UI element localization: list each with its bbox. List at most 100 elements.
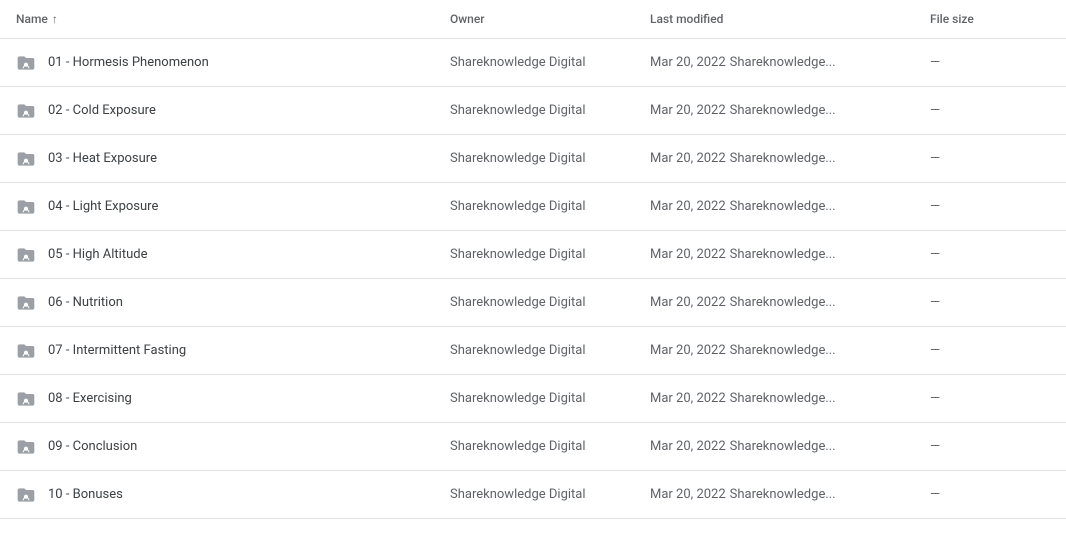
name-cell: 07 - Intermittent Fasting bbox=[16, 341, 450, 361]
folder-name: 10 - Bonuses bbox=[48, 487, 123, 502]
modified-date: Mar 20, 2022 bbox=[650, 439, 726, 454]
table-row[interactable]: 03 - Heat Exposure Shareknowledge Digita… bbox=[0, 135, 1066, 183]
filesize-cell: — bbox=[930, 247, 1050, 262]
modified-by: Shareknowledge... bbox=[730, 151, 836, 166]
name-cell: 01 - Hormesis Phenomenon bbox=[16, 53, 450, 73]
folder-name: 01 - Hormesis Phenomenon bbox=[48, 55, 209, 70]
modified-cell: Mar 20, 2022 Shareknowledge... bbox=[650, 55, 930, 70]
shared-folder-icon bbox=[16, 101, 36, 121]
modified-date: Mar 20, 2022 bbox=[650, 103, 726, 118]
name-cell: 04 - Light Exposure bbox=[16, 197, 450, 217]
modified-cell: Mar 20, 2022 Shareknowledge... bbox=[650, 343, 930, 358]
name-cell: 03 - Heat Exposure bbox=[16, 149, 450, 169]
modified-column-header[interactable]: Last modified bbox=[650, 8, 930, 30]
shared-folder-icon bbox=[16, 389, 36, 409]
owner-cell: Shareknowledge Digital bbox=[450, 103, 650, 118]
modified-by: Shareknowledge... bbox=[730, 391, 836, 406]
owner-cell: Shareknowledge Digital bbox=[450, 391, 650, 406]
modified-cell: Mar 20, 2022 Shareknowledge... bbox=[650, 295, 930, 310]
table-row[interactable]: 05 - High Altitude Shareknowledge Digita… bbox=[0, 231, 1066, 279]
filesize-cell: — bbox=[930, 487, 1050, 502]
modified-cell: Mar 20, 2022 Shareknowledge... bbox=[650, 151, 930, 166]
shared-folder-icon bbox=[16, 485, 36, 505]
owner-column-header[interactable]: Owner bbox=[450, 8, 650, 30]
owner-cell: Shareknowledge Digital bbox=[450, 199, 650, 214]
name-cell: 05 - High Altitude bbox=[16, 245, 450, 265]
owner-cell: Shareknowledge Digital bbox=[450, 151, 650, 166]
modified-by: Shareknowledge... bbox=[730, 247, 836, 262]
filesize-header-label: File size bbox=[930, 12, 974, 26]
filesize-cell: — bbox=[930, 151, 1050, 166]
modified-by: Shareknowledge... bbox=[730, 295, 836, 310]
table-row[interactable]: 02 - Cold Exposure Shareknowledge Digita… bbox=[0, 87, 1066, 135]
table-row[interactable]: 08 - Exercising Shareknowledge Digital M… bbox=[0, 375, 1066, 423]
modified-cell: Mar 20, 2022 Shareknowledge... bbox=[650, 439, 930, 454]
modified-date: Mar 20, 2022 bbox=[650, 343, 726, 358]
name-column-header[interactable]: Name ↑ bbox=[16, 8, 450, 30]
owner-cell: Shareknowledge Digital bbox=[450, 487, 650, 502]
filesize-column-header[interactable]: File size bbox=[930, 8, 1050, 30]
folder-name: 09 - Conclusion bbox=[48, 439, 137, 454]
name-cell: 09 - Conclusion bbox=[16, 437, 450, 457]
owner-cell: Shareknowledge Digital bbox=[450, 55, 650, 70]
name-cell: 10 - Bonuses bbox=[16, 485, 450, 505]
shared-folder-icon bbox=[16, 149, 36, 169]
folder-name: 07 - Intermittent Fasting bbox=[48, 343, 186, 358]
modified-cell: Mar 20, 2022 Shareknowledge... bbox=[650, 487, 930, 502]
table-row[interactable]: 06 - Nutrition Shareknowledge Digital Ma… bbox=[0, 279, 1066, 327]
table-row[interactable]: 09 - Conclusion Shareknowledge Digital M… bbox=[0, 423, 1066, 471]
folder-name: 06 - Nutrition bbox=[48, 295, 123, 310]
modified-cell: Mar 20, 2022 Shareknowledge... bbox=[650, 103, 930, 118]
file-table: Name ↑ Owner Last modified File size bbox=[0, 0, 1066, 553]
modified-date: Mar 20, 2022 bbox=[650, 55, 726, 70]
modified-header-label: Last modified bbox=[650, 12, 723, 26]
table-body: 01 - Hormesis Phenomenon Shareknowledge … bbox=[0, 39, 1066, 519]
modified-by: Shareknowledge... bbox=[730, 199, 836, 214]
folder-name: 05 - High Altitude bbox=[48, 247, 147, 262]
modified-by: Shareknowledge... bbox=[730, 103, 836, 118]
modified-date: Mar 20, 2022 bbox=[650, 151, 726, 166]
table-header: Name ↑ Owner Last modified File size bbox=[0, 0, 1066, 39]
owner-cell: Shareknowledge Digital bbox=[450, 343, 650, 358]
modified-date: Mar 20, 2022 bbox=[650, 295, 726, 310]
folder-name: 04 - Light Exposure bbox=[48, 199, 158, 214]
name-cell: 02 - Cold Exposure bbox=[16, 101, 450, 121]
shared-folder-icon bbox=[16, 341, 36, 361]
table-row[interactable]: 10 - Bonuses Shareknowledge Digital Mar … bbox=[0, 471, 1066, 519]
table-row[interactable]: 04 - Light Exposure Shareknowledge Digit… bbox=[0, 183, 1066, 231]
filesize-cell: — bbox=[930, 391, 1050, 406]
owner-cell: Shareknowledge Digital bbox=[450, 247, 650, 262]
filesize-cell: — bbox=[930, 295, 1050, 310]
folder-name: 02 - Cold Exposure bbox=[48, 103, 156, 118]
filesize-cell: — bbox=[930, 55, 1050, 70]
sort-ascending-icon: ↑ bbox=[52, 12, 58, 26]
shared-folder-icon bbox=[16, 245, 36, 265]
modified-cell: Mar 20, 2022 Shareknowledge... bbox=[650, 247, 930, 262]
owner-header-label: Owner bbox=[450, 12, 485, 26]
owner-cell: Shareknowledge Digital bbox=[450, 295, 650, 310]
modified-by: Shareknowledge... bbox=[730, 343, 836, 358]
modified-date: Mar 20, 2022 bbox=[650, 487, 726, 502]
name-cell: 06 - Nutrition bbox=[16, 293, 450, 313]
owner-cell: Shareknowledge Digital bbox=[450, 439, 650, 454]
name-header-label: Name bbox=[16, 12, 48, 26]
modified-by: Shareknowledge... bbox=[730, 55, 836, 70]
modified-cell: Mar 20, 2022 Shareknowledge... bbox=[650, 199, 930, 214]
filesize-cell: — bbox=[930, 343, 1050, 358]
name-cell: 08 - Exercising bbox=[16, 389, 450, 409]
folder-name: 08 - Exercising bbox=[48, 391, 132, 406]
modified-date: Mar 20, 2022 bbox=[650, 199, 726, 214]
filesize-cell: — bbox=[930, 103, 1050, 118]
folder-name: 03 - Heat Exposure bbox=[48, 151, 157, 166]
modified-by: Shareknowledge... bbox=[730, 487, 836, 502]
shared-folder-icon bbox=[16, 197, 36, 217]
modified-by: Shareknowledge... bbox=[730, 439, 836, 454]
modified-date: Mar 20, 2022 bbox=[650, 247, 726, 262]
shared-folder-icon bbox=[16, 53, 36, 73]
filesize-cell: — bbox=[930, 439, 1050, 454]
table-row[interactable]: 01 - Hormesis Phenomenon Shareknowledge … bbox=[0, 39, 1066, 87]
shared-folder-icon bbox=[16, 293, 36, 313]
shared-folder-icon bbox=[16, 437, 36, 457]
filesize-cell: — bbox=[930, 199, 1050, 214]
table-row[interactable]: 07 - Intermittent Fasting Shareknowledge… bbox=[0, 327, 1066, 375]
